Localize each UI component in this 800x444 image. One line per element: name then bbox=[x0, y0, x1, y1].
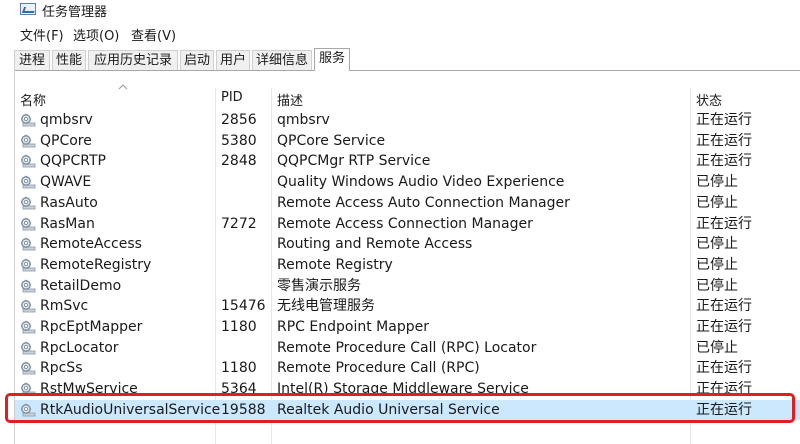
service-status: 正在运行 bbox=[696, 319, 752, 335]
service-pid: 15476 bbox=[221, 298, 266, 315]
menu-file[interactable]: 文件(F) bbox=[20, 25, 64, 44]
service-name: RemoteRegistry bbox=[40, 256, 152, 273]
table-row[interactable]: QPCore 5380 QPCore Service 正在运行 bbox=[15, 131, 800, 151]
service-status: 已停止 bbox=[696, 174, 738, 191]
gear-icon bbox=[21, 362, 36, 375]
service-pid: 7272 bbox=[221, 215, 257, 232]
table-row[interactable]: RmSvc 15476 无线电管理服务 正在运行 bbox=[15, 296, 800, 316]
gear-icon bbox=[21, 341, 36, 355]
tab-performance[interactable]: 性能 bbox=[52, 50, 86, 70]
service-pid: 2856 bbox=[221, 112, 257, 128]
tab-app-history[interactable]: 应用历史记录 bbox=[88, 50, 178, 70]
service-status: 已停止 bbox=[696, 277, 738, 294]
service-name: RasMan bbox=[40, 215, 95, 232]
service-description: QPCore Service bbox=[277, 132, 386, 149]
column-header-pid[interactable]: PID bbox=[221, 90, 243, 105]
service-description: qmbsrv bbox=[277, 112, 330, 128]
service-description: Remote Procedure Call (RPC) bbox=[277, 360, 480, 377]
table-row[interactable]: RemoteRegistry Remote Registry 已停止 bbox=[15, 255, 800, 275]
tab-startup[interactable]: 启动 bbox=[180, 50, 214, 70]
service-pid: 2848 bbox=[221, 153, 257, 170]
gear-icon bbox=[21, 237, 36, 251]
service-description: Quality Windows Audio Video Experience bbox=[277, 174, 565, 191]
service-status: 正在运行 bbox=[696, 215, 752, 232]
service-name: QQPCRTP bbox=[40, 153, 106, 170]
sort-ascending-icon bbox=[118, 84, 128, 90]
service-description: Remote Access Auto Connection Manager bbox=[277, 194, 570, 211]
gear-icon bbox=[21, 279, 36, 292]
tab-users[interactable]: 用户 bbox=[216, 50, 250, 70]
service-name: RpcLocator bbox=[40, 339, 119, 356]
tab-details[interactable]: 详细信息 bbox=[252, 50, 312, 70]
gear-icon bbox=[21, 113, 36, 127]
table-header: 名称 PID 描述 状态 bbox=[15, 84, 800, 110]
service-name: RpcSs bbox=[40, 360, 83, 377]
table-row[interactable]: RpcSs 1180 Remote Procedure Call (RPC) 正在运行 bbox=[15, 358, 800, 378]
service-status: 正在运行 bbox=[696, 132, 752, 149]
service-description: QQPCMgr RTP Service bbox=[277, 153, 431, 170]
service-pid: 1180 bbox=[221, 360, 257, 377]
service-description: RPC Endpoint Mapper bbox=[277, 319, 429, 335]
table-row[interactable]: RpcLocator Remote Procedure Call (RPC) Lo… bbox=[15, 338, 800, 358]
service-name: QWAVE bbox=[40, 174, 92, 191]
table-row[interactable]: RetailDemo 零售演示服务 已停止 bbox=[15, 276, 800, 296]
service-description: Remote Procedure Call (RPC) Locator bbox=[277, 339, 537, 356]
service-description: Remote Registry bbox=[277, 256, 393, 273]
title-bar: 任务管理器 bbox=[0, 0, 800, 22]
column-header-status[interactable]: 状态 bbox=[696, 90, 722, 109]
column-header-name[interactable]: 名称 bbox=[20, 90, 46, 109]
service-description: Remote Access Connection Manager bbox=[277, 215, 533, 232]
table-row[interactable]: RpcEptMapper 1180 RPC Endpoint Mapper 正在运行 bbox=[15, 317, 800, 337]
table-row[interactable]: QWAVE Quality Windows Audio Video Experie… bbox=[15, 172, 800, 192]
service-name: RemoteAccess bbox=[40, 236, 142, 253]
tab-processes[interactable]: 进程 bbox=[14, 50, 50, 70]
tab-bar: 进程 性能 应用历史记录 启动 用户 详细信息 服务 bbox=[14, 48, 800, 71]
service-name: RpcEptMapper bbox=[40, 319, 143, 335]
service-status: 正在运行 bbox=[696, 112, 752, 128]
table-row[interactable]: RasAuto Remote Access Auto Connection Man… bbox=[15, 193, 800, 213]
service-description: 零售演示服务 bbox=[277, 277, 361, 294]
gear-icon bbox=[21, 320, 36, 334]
service-pid: 5380 bbox=[221, 132, 257, 149]
gear-icon bbox=[21, 300, 36, 313]
task-manager-icon bbox=[20, 3, 36, 15]
service-name: QPCore bbox=[40, 132, 92, 149]
gear-icon bbox=[21, 175, 36, 189]
column-header-description[interactable]: 描述 bbox=[277, 90, 303, 109]
service-status: 已停止 bbox=[696, 236, 738, 253]
service-name: RasAuto bbox=[40, 194, 98, 211]
table-row[interactable]: RemoteAccess Routing and Remote Access 已停止 bbox=[15, 234, 800, 254]
service-status: 已停止 bbox=[696, 194, 738, 211]
service-description: Routing and Remote Access bbox=[277, 236, 473, 253]
annotation-highlight-box bbox=[5, 393, 795, 423]
service-status: 已停止 bbox=[696, 339, 738, 356]
service-pid: 1180 bbox=[221, 319, 257, 335]
table-row[interactable]: RasMan 7272 Remote Access Connection Manag… bbox=[15, 214, 800, 234]
gear-icon bbox=[21, 155, 36, 168]
table-row[interactable]: qmbsrv 2856 qmbsrv 正在运行 bbox=[15, 110, 800, 130]
menu-options[interactable]: 选项(O) bbox=[73, 25, 119, 44]
services-table: 名称 PID 描述 状态 qmbsrv 2856 qmbsrv 正在运行 QPCore 5… bbox=[14, 70, 800, 444]
gear-icon bbox=[21, 258, 36, 272]
service-status: 已停止 bbox=[696, 256, 738, 273]
service-name: qmbsrv bbox=[40, 112, 93, 128]
service-status: 正在运行 bbox=[696, 298, 752, 315]
table-row[interactable]: QQPCRTP 2848 QQPCMgr RTP Service 正在运行 bbox=[15, 151, 800, 171]
gear-icon bbox=[21, 196, 36, 210]
menu-view[interactable]: 查看(V) bbox=[131, 25, 176, 44]
service-status: 正在运行 bbox=[696, 153, 752, 170]
service-name: RetailDemo bbox=[40, 277, 122, 294]
gear-icon bbox=[21, 217, 36, 230]
service-description: 无线电管理服务 bbox=[277, 298, 375, 315]
service-status: 正在运行 bbox=[696, 360, 752, 377]
tab-services[interactable]: 服务 bbox=[314, 48, 350, 71]
menu-bar: 文件(F) 选项(O) 查看(V) bbox=[0, 24, 800, 44]
window-title: 任务管理器 bbox=[42, 5, 108, 20]
service-name: RmSvc bbox=[40, 298, 89, 315]
gear-icon bbox=[21, 134, 36, 148]
